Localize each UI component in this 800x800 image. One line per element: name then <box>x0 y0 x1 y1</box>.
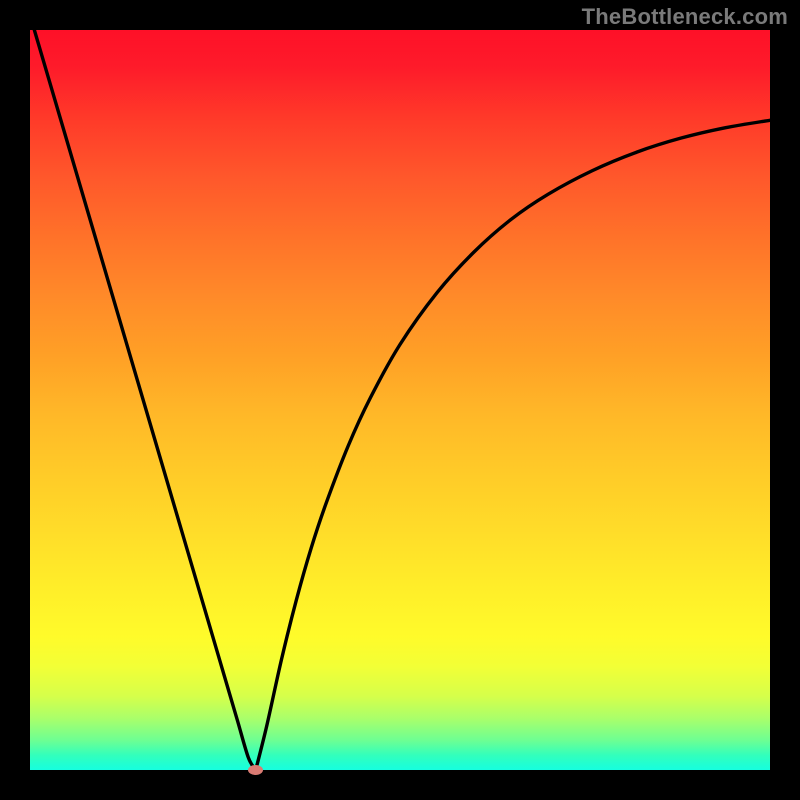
curve-svg <box>30 30 770 770</box>
min-marker <box>248 765 263 775</box>
right-branch-path <box>256 120 770 770</box>
chart-container: TheBottleneck.com <box>0 0 800 800</box>
plot-area <box>30 30 770 770</box>
left-branch-path <box>30 30 256 770</box>
watermark-text: TheBottleneck.com <box>582 4 788 30</box>
